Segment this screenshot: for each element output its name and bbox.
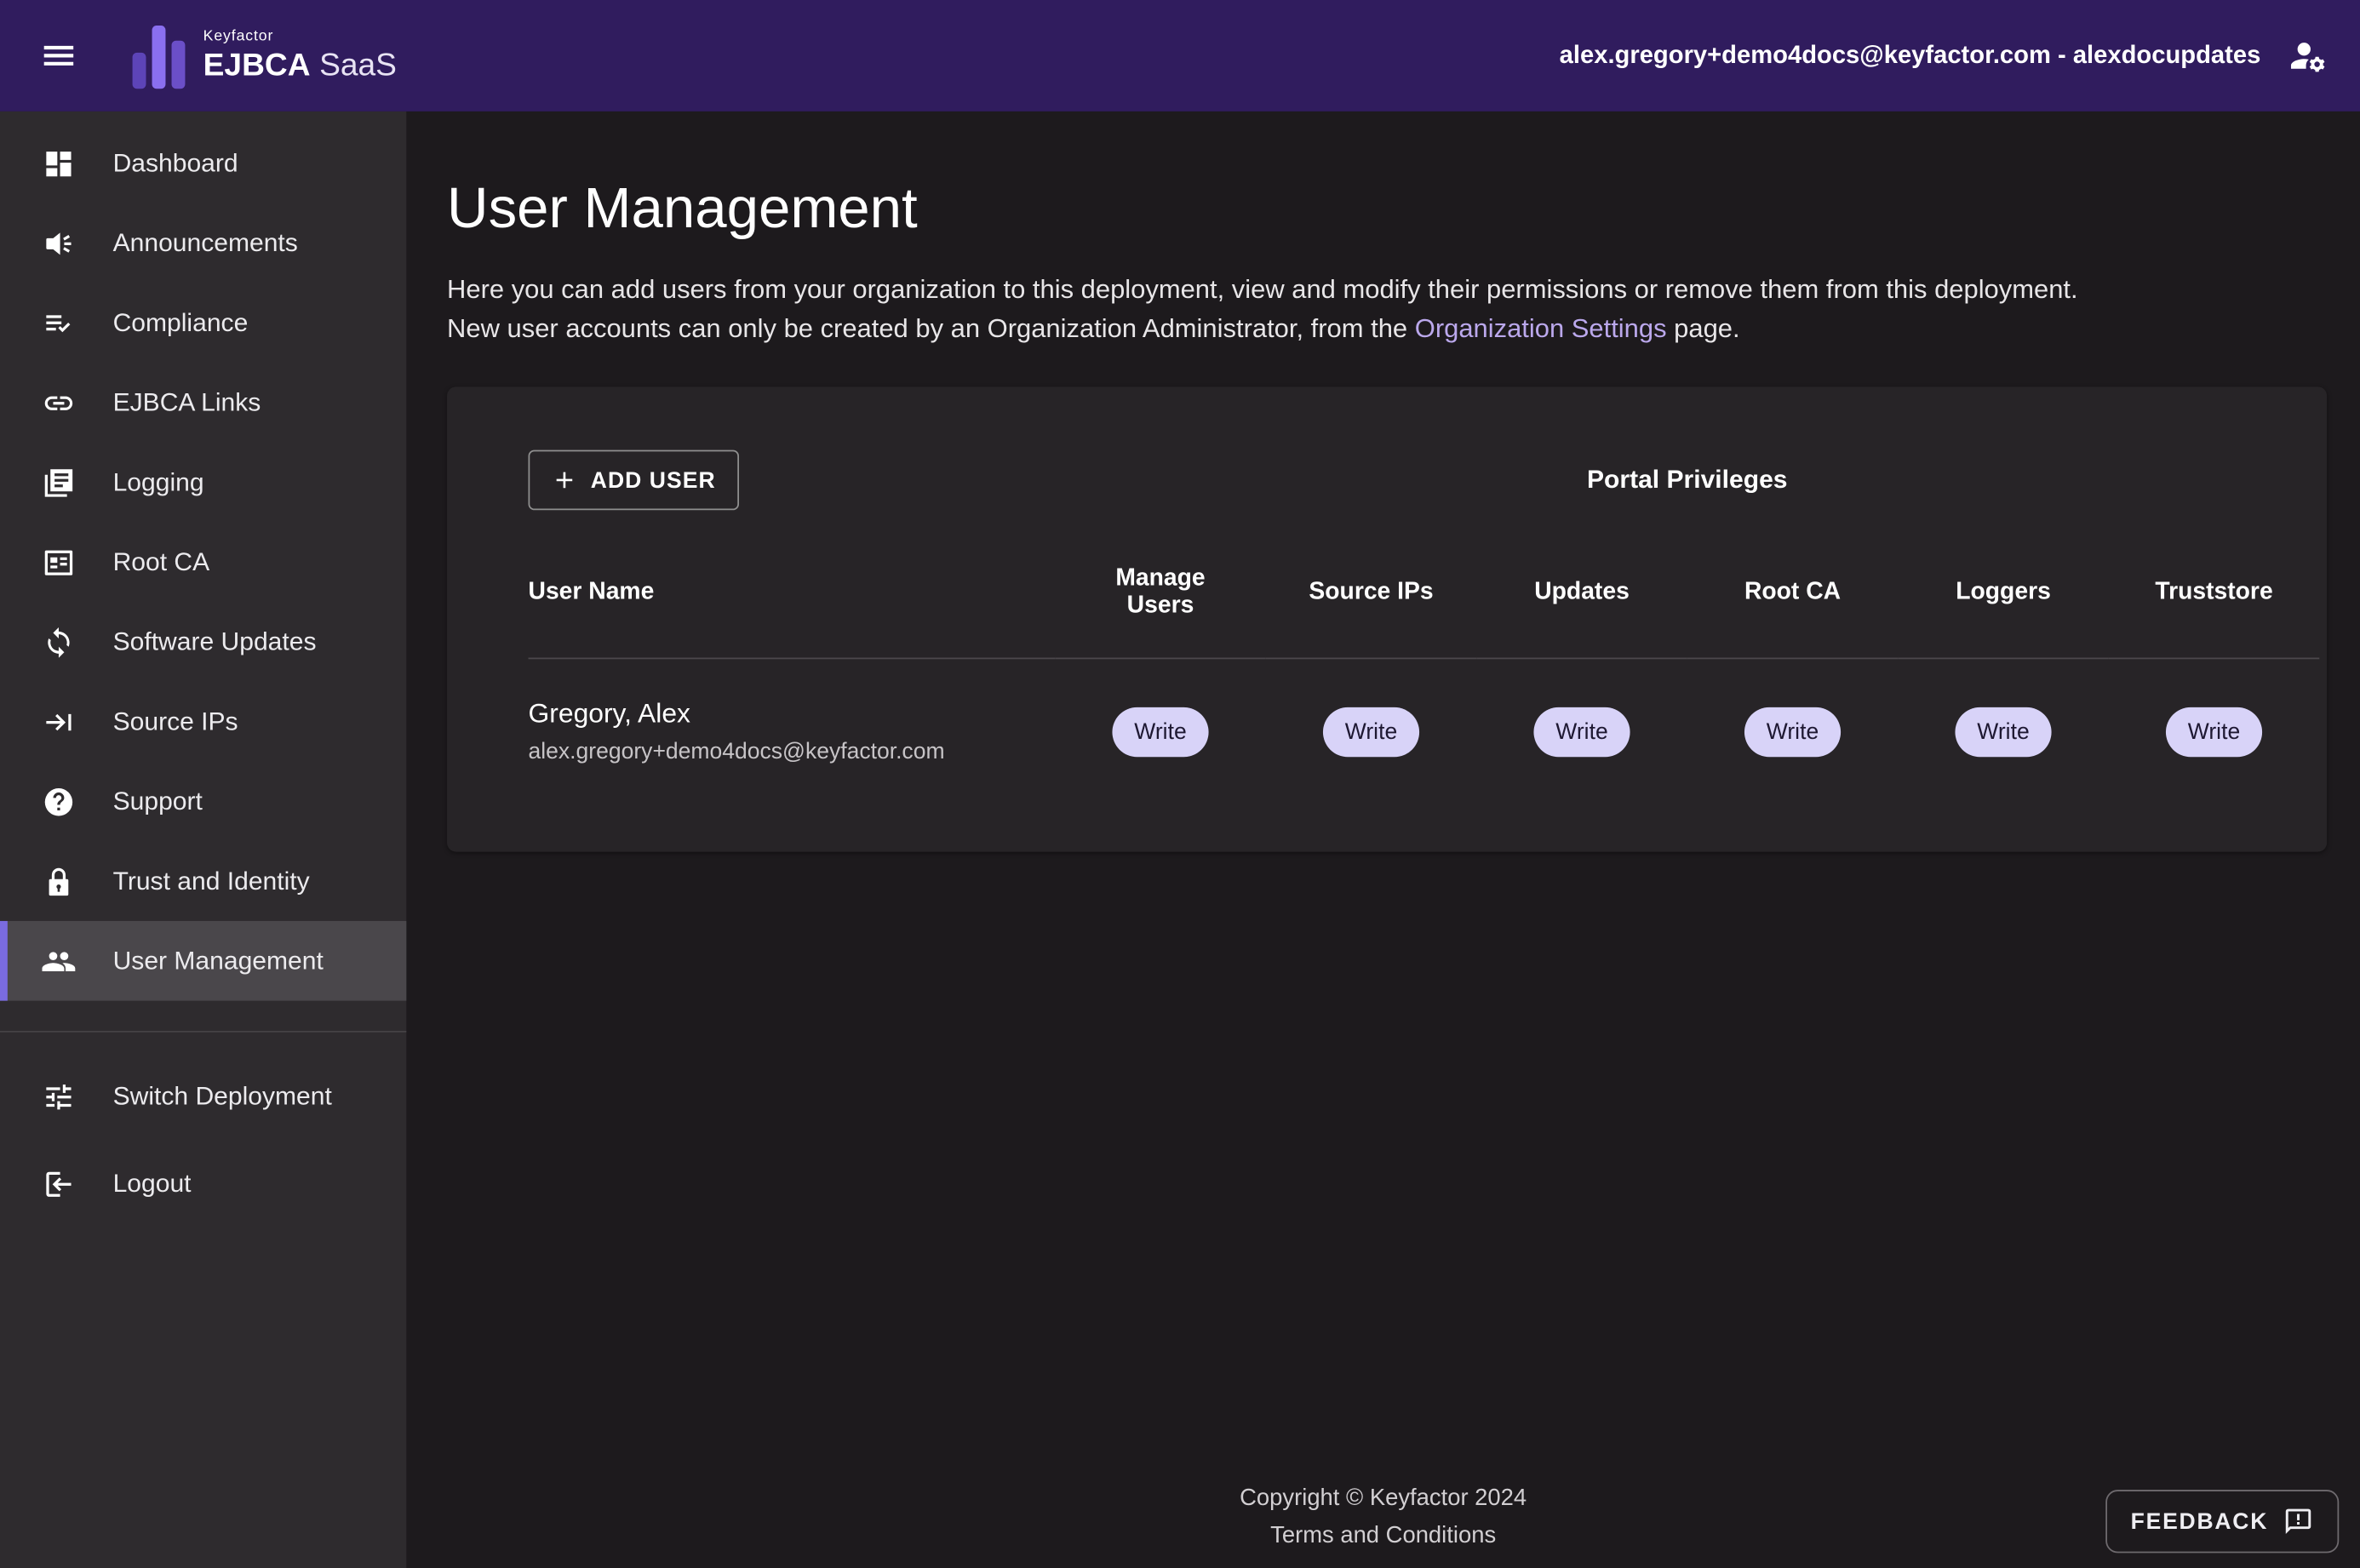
column-root-ca: Root CA (1687, 529, 1898, 660)
user-email: alex.gregory+demo4docs@keyfactor.com (529, 739, 945, 764)
copyright-text: Copyright © Keyfactor 2024 (406, 1485, 2360, 1513)
organization-settings-link[interactable]: Organization Settings (1415, 313, 1667, 343)
checklist-icon (41, 305, 77, 340)
sidebar-item-user-management[interactable]: User Management (0, 921, 406, 1001)
sidebar-item-label: Switch Deployment (113, 1082, 332, 1112)
tune-icon (41, 1079, 77, 1115)
sidebar-item-label: Source IPs (113, 707, 238, 736)
feedback-label: FEEDBACK (2131, 1508, 2268, 1534)
privilege-cell: Write (1898, 659, 2109, 804)
page-footer: Copyright © Keyfactor 2024 Terms and Con… (406, 1485, 2360, 1568)
sidebar-item-switch-deployment[interactable]: Switch Deployment (0, 1053, 406, 1141)
topbar-account: alex.gregory+demo4docs@keyfactor.com - a… (1560, 33, 2330, 78)
description-line2-prefix: New user accounts can only be created by… (447, 313, 1415, 343)
megaphone-icon (41, 225, 77, 260)
lock-icon (41, 863, 77, 899)
write-privilege-loggers[interactable]: Write (1955, 707, 2051, 756)
column-user-name: User Name (529, 529, 1056, 660)
sidebar-divider (0, 1031, 406, 1033)
logout-icon (41, 1166, 77, 1202)
keyfactor-logo-icon (133, 23, 186, 89)
sidebar-item-label: User Management (113, 946, 324, 976)
column-loggers: Loggers (1898, 529, 2109, 660)
description-line1: Here you can add users from your organiz… (447, 274, 2078, 304)
column-updates: Updates (1476, 529, 1687, 660)
app-root: Keyfactor EJBCASaaS alex.gregory+demo4do… (0, 0, 2360, 1568)
user-management-panel: ADD USER Portal Privileges User Name Man… (447, 386, 2327, 851)
sidebar-item-ejbca-links[interactable]: EJBCA Links (0, 363, 406, 443)
menu-icon[interactable] (24, 21, 93, 90)
logs-icon (41, 464, 77, 500)
topbar: Keyfactor EJBCASaaS alex.gregory+demo4do… (0, 0, 2360, 112)
help-icon (41, 783, 77, 819)
updates-icon (41, 624, 77, 660)
table-row: Gregory, Alex alex.gregory+demo4docs@key… (529, 659, 2328, 804)
add-user-label: ADD USER (591, 467, 716, 493)
sidebar-item-label: Root CA (113, 547, 210, 577)
portal-privileges-title: Portal Privileges (1055, 465, 2319, 495)
column-manage-users: Manage Users (1055, 529, 1266, 660)
privilege-cell: Write (1476, 659, 1687, 804)
sidebar-item-label: Announcements (113, 228, 298, 258)
brand-logo[interactable]: Keyfactor EJBCASaaS (133, 23, 397, 89)
plus-icon (552, 466, 579, 494)
privilege-cell: Write (1266, 659, 1477, 804)
arrow-icon (41, 703, 77, 739)
root-ca-icon (41, 544, 77, 580)
sidebar-item-label: Trust and Identity (113, 866, 310, 896)
column-source-ips: Source IPs (1266, 529, 1477, 660)
privilege-cell: Write (1687, 659, 1898, 804)
column-truststore: Truststore (2109, 529, 2320, 660)
panel-toolbar: ADD USER Portal Privileges (529, 432, 2328, 528)
user-name: Gregory, Alex (529, 698, 690, 730)
main-content: User Management Here you can add users f… (406, 112, 2360, 1568)
sidebar-item-label: Dashboard (113, 148, 238, 178)
account-label: alex.gregory+demo4docs@keyfactor.com - a… (1560, 42, 2261, 71)
sidebar-item-compliance[interactable]: Compliance (0, 283, 406, 363)
sidebar-item-label: Logging (113, 467, 204, 497)
sidebar-item-trust-identity[interactable]: Trust and Identity (0, 841, 406, 921)
brand-saas-label: SaaS (319, 49, 397, 83)
brand-ejbca-label: EJBCA (203, 49, 311, 83)
feedback-chat-icon (2283, 1507, 2313, 1537)
write-privilege-manage-users[interactable]: Write (1112, 707, 1208, 756)
link-icon (41, 385, 77, 421)
sidebar-item-label: Support (113, 787, 203, 816)
dashboard-icon (41, 146, 77, 181)
feedback-button[interactable]: FEEDBACK (2105, 1490, 2340, 1553)
sidebar-item-software-updates[interactable]: Software Updates (0, 602, 406, 682)
write-privilege-root-ca[interactable]: Write (1744, 707, 1841, 756)
sidebar-item-announcements[interactable]: Announcements (0, 203, 406, 283)
people-icon (41, 943, 77, 979)
sidebar-item-dashboard[interactable]: Dashboard (0, 123, 406, 203)
page-description: Here you can add users from your organiz… (447, 269, 2223, 347)
sidebar-item-root-ca[interactable]: Root CA (0, 522, 406, 602)
table-header: User Name Manage Users Source IPs Update… (529, 529, 2328, 660)
sidebar-item-logging[interactable]: Logging (0, 443, 406, 523)
sidebar-item-label: Logout (113, 1170, 192, 1199)
brand-keyfactor-label: Keyfactor (203, 30, 397, 45)
sidebar-item-label: Software Updates (113, 627, 317, 656)
sidebar: Dashboard Announcements Compliance EJBCA… (0, 112, 406, 1568)
privilege-cell: Write (1055, 659, 1266, 804)
description-line2-suffix: page. (1667, 313, 1740, 343)
sidebar-item-logout[interactable]: Logout (0, 1141, 406, 1228)
manage-account-icon[interactable] (2285, 33, 2330, 78)
add-user-button[interactable]: ADD USER (529, 450, 740, 511)
brand-text: Keyfactor EJBCASaaS (203, 30, 397, 81)
terms-link[interactable]: Terms and Conditions (406, 1523, 2360, 1550)
page-title: User Management (447, 178, 2360, 243)
privilege-cell: Write (2109, 659, 2320, 804)
sidebar-footer: Switch Deployment Logout (0, 1053, 406, 1228)
sidebar-item-label: Compliance (113, 308, 249, 338)
sidebar-item-label: EJBCA Links (113, 387, 261, 417)
write-privilege-updates[interactable]: Write (1533, 707, 1630, 756)
sidebar-item-source-ips[interactable]: Source IPs (0, 682, 406, 762)
user-cell: Gregory, Alex alex.gregory+demo4docs@key… (529, 659, 1056, 804)
write-privilege-source-ips[interactable]: Write (1323, 707, 1419, 756)
sidebar-item-support[interactable]: Support (0, 762, 406, 842)
write-privilege-truststore[interactable]: Write (2166, 707, 2262, 756)
